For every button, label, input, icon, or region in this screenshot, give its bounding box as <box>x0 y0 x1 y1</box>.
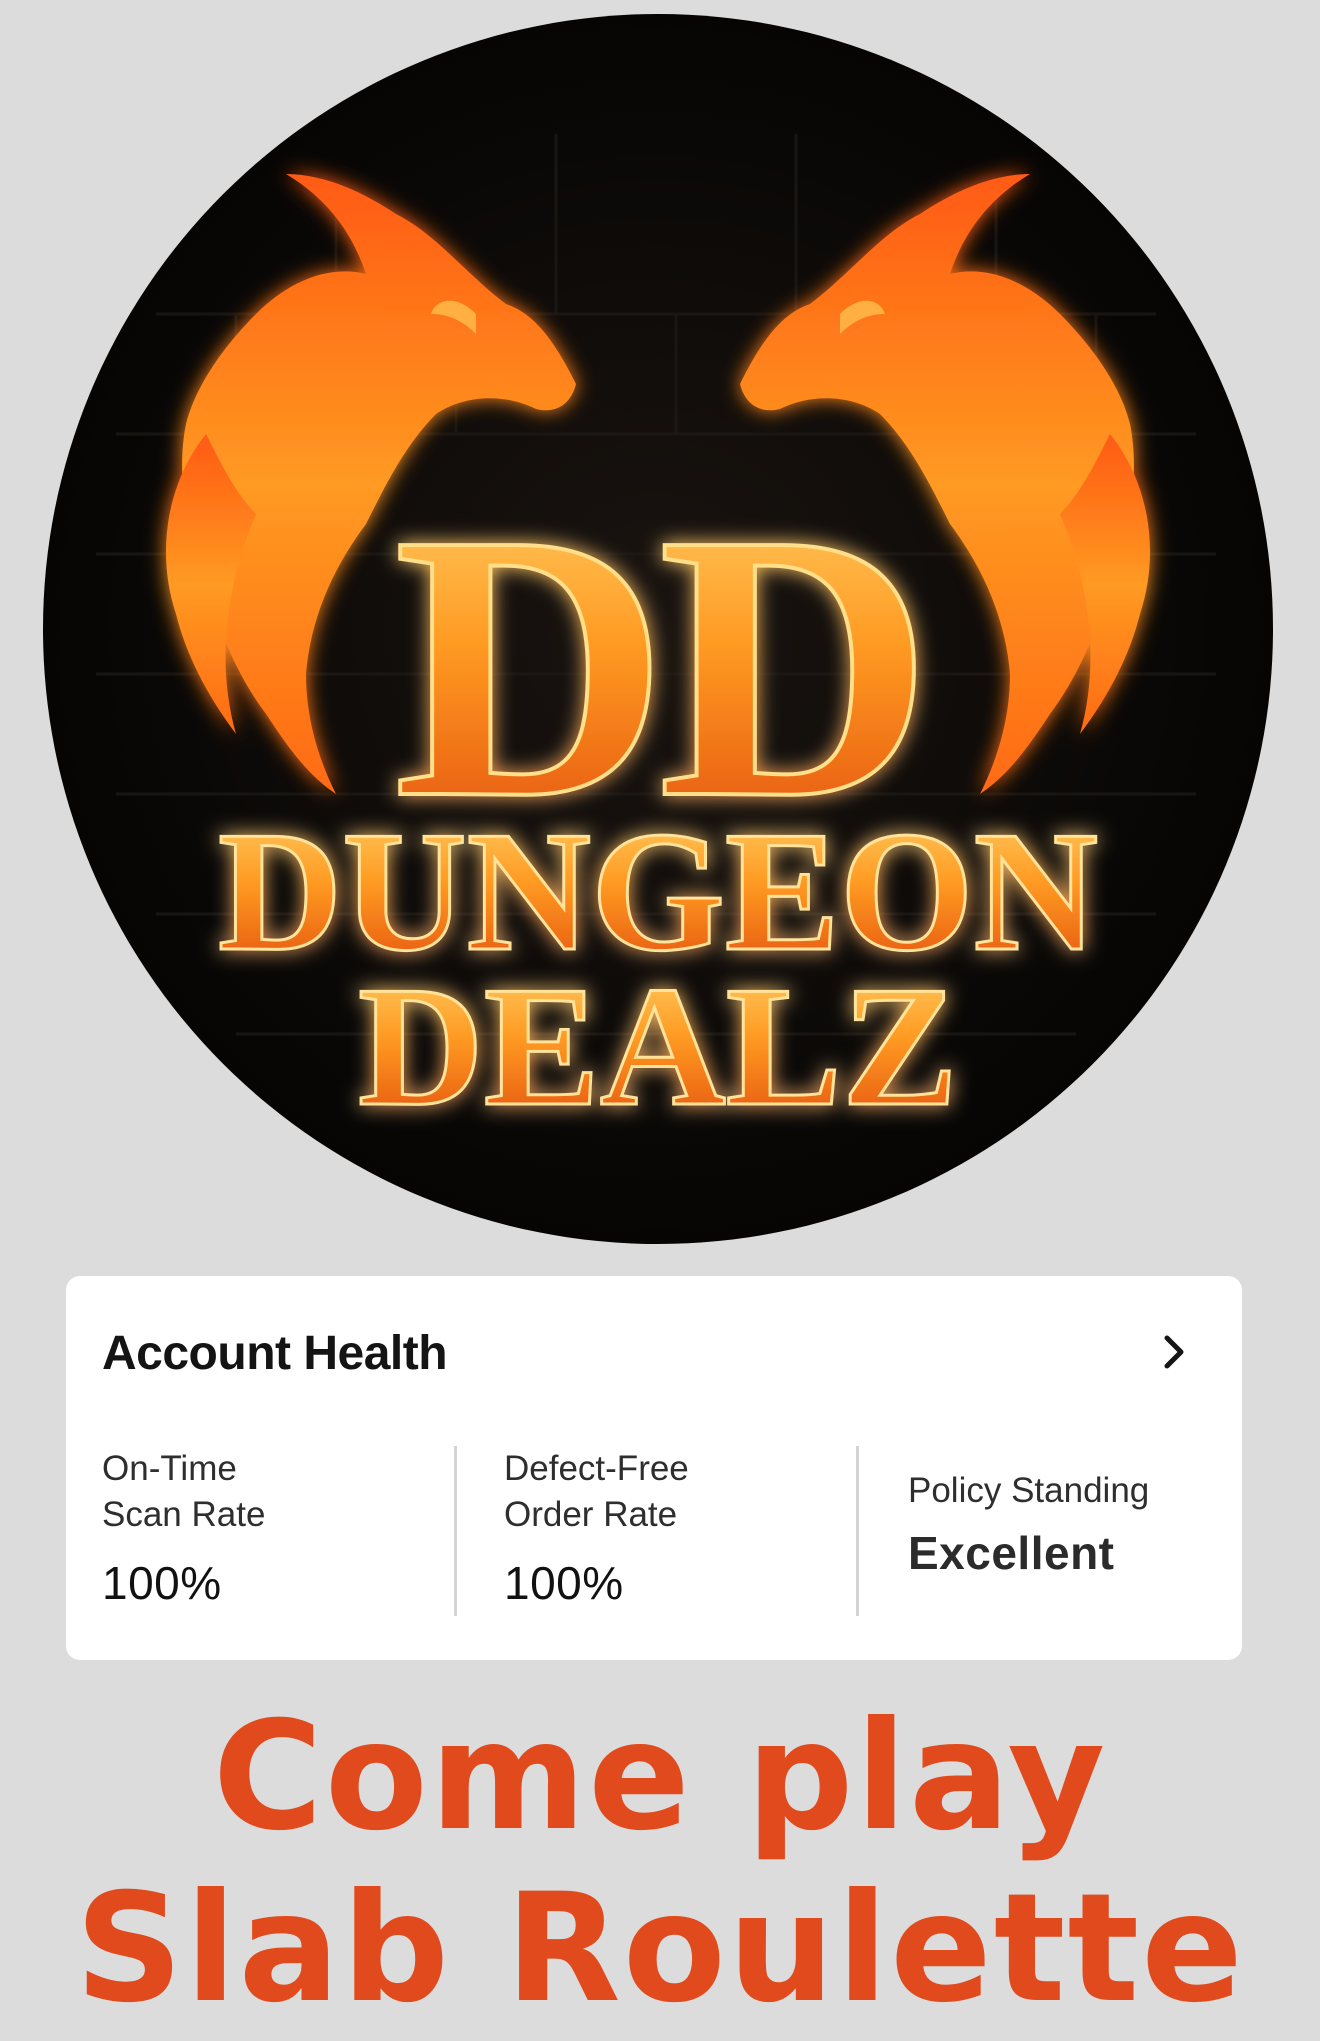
divider <box>454 1446 457 1616</box>
logo-line-dealz: DEALZ <box>358 952 958 1142</box>
account-health-card[interactable]: Account Health On-Time Scan Rate 100% De… <box>66 1276 1242 1660</box>
metric-value: 100% <box>504 1557 624 1609</box>
metric-value: Excellent <box>908 1527 1115 1579</box>
metric-defect-free-order-rate: Defect-Free Order Rate 100% <box>504 1446 844 1616</box>
metric-label: Policy Standing <box>908 1471 1150 1510</box>
metric-value: 100% <box>102 1557 222 1609</box>
metric-label: Defect-Free Order Rate <box>504 1449 689 1534</box>
card-title: Account Health <box>102 1327 448 1380</box>
divider <box>856 1446 859 1616</box>
metric-label: On-Time Scan Rate <box>102 1449 266 1534</box>
slogan-line-2: Slab Roulette <box>75 1862 1245 2036</box>
chevron-right-icon[interactable] <box>1154 1332 1194 1372</box>
metric-policy-standing: Policy Standing Excellent <box>908 1446 1228 1616</box>
metrics-row: On-Time Scan Rate 100% Defect-Free Order… <box>66 1446 1242 1616</box>
metric-on-time-scan-rate: On-Time Scan Rate 100% <box>102 1446 442 1616</box>
slogan-line-1: Come play <box>212 1690 1108 1864</box>
dungeon-dealz-logo: DD DUNGEON DEALZ <box>36 14 1280 1244</box>
